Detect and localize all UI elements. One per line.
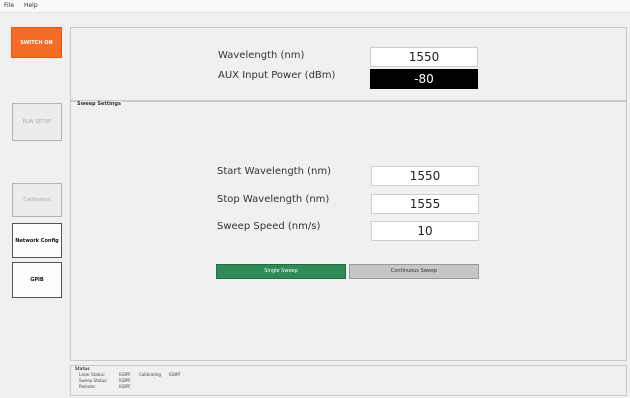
sweep-status-value: IGBPF bbox=[119, 378, 131, 383]
calibrating-value: IGBPF bbox=[169, 372, 181, 377]
remote-label: Remote: bbox=[79, 384, 96, 389]
wavelength-field[interactable]: 1550 bbox=[370, 47, 478, 67]
calibrating-label: Calibrating bbox=[139, 372, 161, 377]
remote-value: IGBPF bbox=[119, 384, 131, 389]
laser-status-label: Laser Status: bbox=[79, 372, 106, 377]
aux-power-label: AUX Input Power (dBm) bbox=[218, 70, 336, 81]
sweep-speed-field[interactable]: 10 bbox=[371, 221, 479, 241]
run-setup-button[interactable]: RUN SETUP bbox=[12, 103, 62, 141]
status-title: Status bbox=[75, 366, 90, 371]
calibration-button[interactable]: Calibration bbox=[12, 183, 62, 217]
stop-wavelength-field[interactable]: 1555 bbox=[371, 194, 479, 214]
single-sweep-button[interactable]: Single Sweep bbox=[216, 264, 346, 279]
switch-on-button[interactable]: SWITCH ON bbox=[11, 27, 62, 58]
app-window: SWITCH ON RUN SETUP Calibration Network … bbox=[0, 13, 630, 398]
status-panel: Status Laser Status: IGBPF Calibrating I… bbox=[70, 365, 627, 396]
stop-wavelength-label: Stop Wavelength (nm) bbox=[217, 194, 330, 205]
sweep-status-label: Sweep Status: bbox=[79, 378, 108, 383]
wavelength-label: Wavelength (nm) bbox=[218, 50, 305, 61]
aux-power-display: -80 bbox=[370, 69, 478, 89]
start-wavelength-label: Start Wavelength (nm) bbox=[217, 166, 331, 177]
sweep-settings-panel: Sweep Settings bbox=[70, 101, 627, 361]
gpib-button[interactable]: GPIB bbox=[12, 262, 62, 298]
laser-status-value: IGBPF bbox=[119, 372, 131, 377]
readout-panel: Wavelength (nm) 1550 AUX Input Power (dB… bbox=[70, 27, 627, 101]
start-wavelength-field[interactable]: 1550 bbox=[371, 166, 479, 186]
sweep-speed-label: Sweep Speed (nm/s) bbox=[217, 221, 321, 232]
menu-help[interactable]: Help bbox=[20, 0, 42, 12]
continuous-sweep-button[interactable]: Continuous Sweep bbox=[349, 264, 479, 279]
menu-bar: File Help bbox=[0, 0, 630, 13]
sweep-settings-title: Sweep Settings bbox=[76, 101, 122, 107]
menu-file[interactable]: File bbox=[0, 0, 18, 12]
network-config-button[interactable]: Network Config bbox=[12, 223, 62, 258]
